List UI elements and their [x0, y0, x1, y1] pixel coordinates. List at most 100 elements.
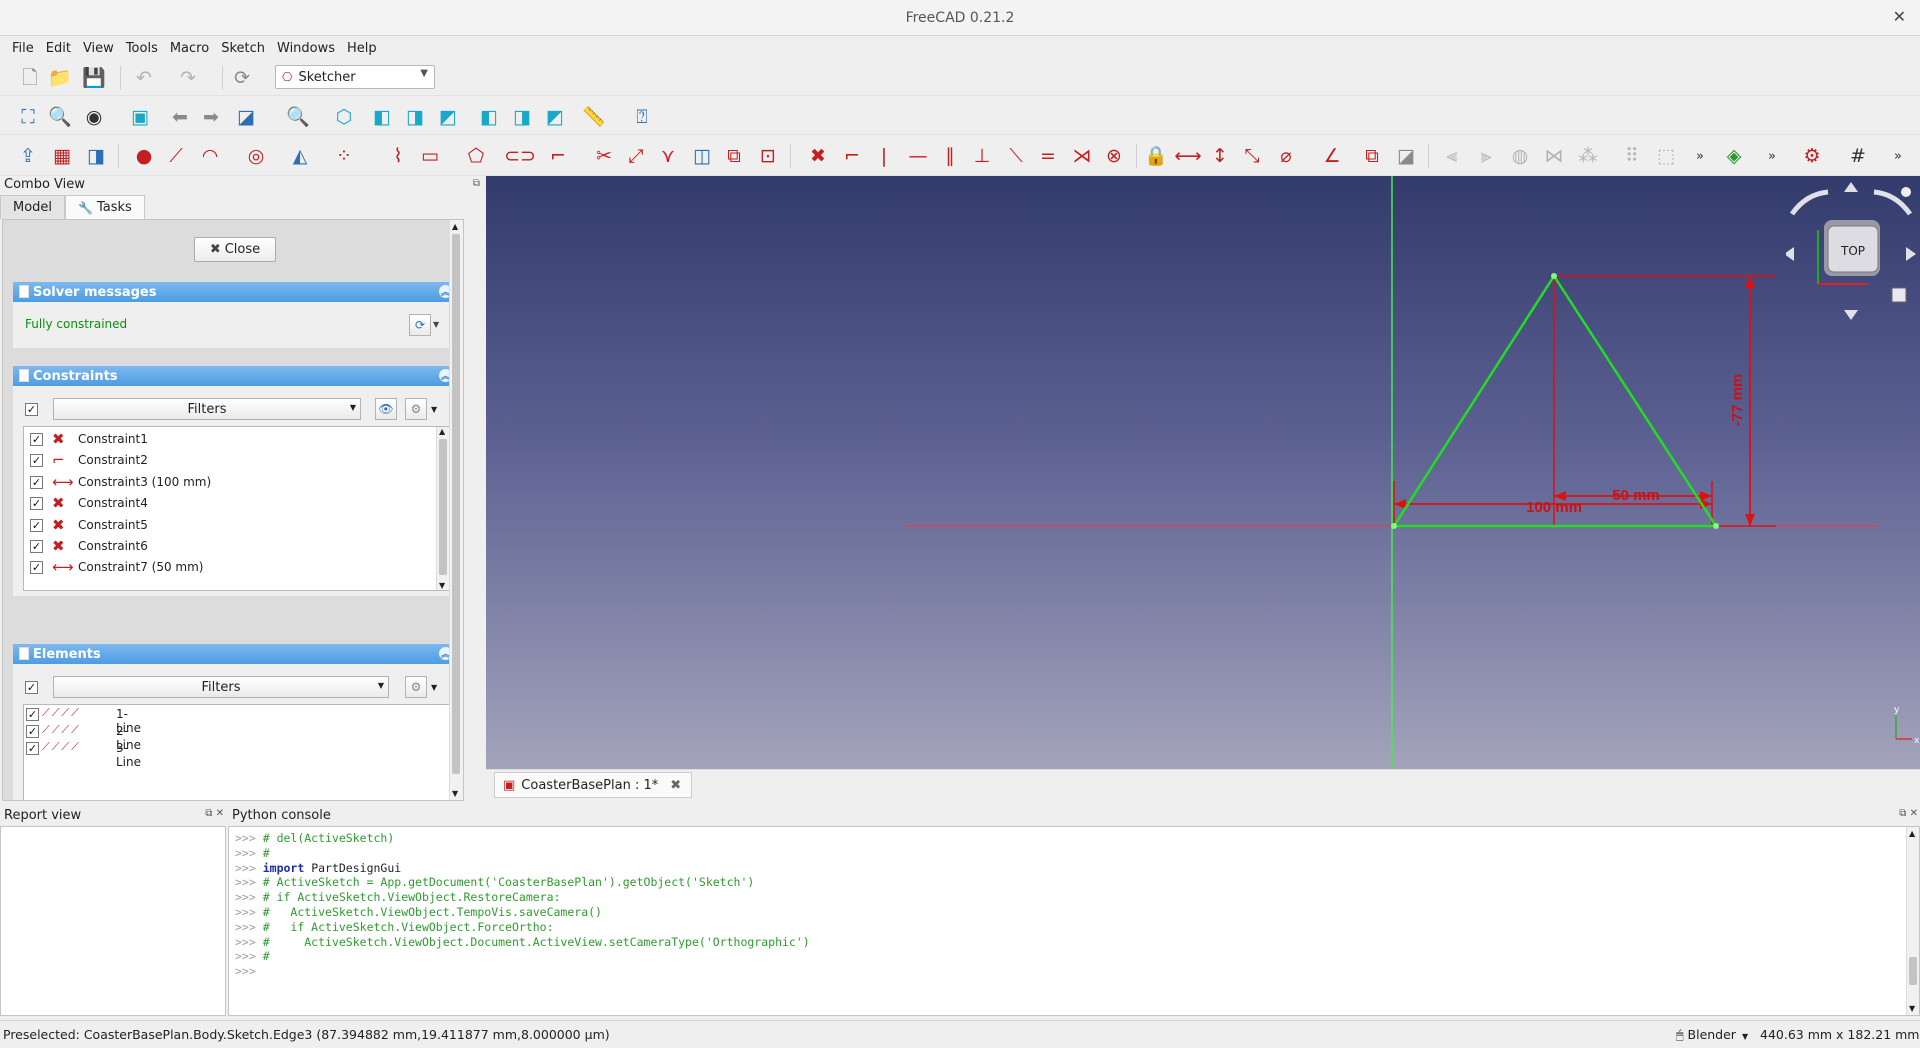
new-document-icon[interactable]: 🗋: [18, 66, 42, 90]
parallel-constraint-icon[interactable]: ∥: [938, 144, 962, 168]
menu-view[interactable]: View: [77, 41, 120, 56]
more-tools-icon[interactable]: »: [1688, 144, 1712, 168]
bspline-icon[interactable]: ⁘: [332, 144, 356, 168]
document-tab[interactable]: ▣ CoasterBasePlan : 1* ✖: [494, 772, 693, 798]
pan-up-arrow[interactable]: [1844, 182, 1858, 192]
virtual-space-icon[interactable]: ◈: [1722, 144, 1746, 168]
filter-checkbox[interactable]: ✓: [25, 403, 38, 416]
close-window-icon[interactable]: ✕: [1893, 7, 1906, 26]
constraint-checkbox[interactable]: ✓: [30, 454, 43, 468]
line-icon[interactable]: ⟋: [164, 144, 188, 168]
workbench-selector[interactable]: ⎔ Sketcher ▼: [275, 65, 435, 89]
menu-help[interactable]: Help: [341, 41, 383, 56]
scroll-up-icon[interactable]: ▲: [452, 222, 458, 231]
toggle-active-icon[interactable]: ◪: [1394, 144, 1418, 168]
left-view-icon[interactable]: ◩: [543, 105, 567, 129]
vertex-point[interactable]: [1551, 273, 1557, 279]
fit-selection-icon[interactable]: 🔍: [48, 105, 72, 129]
menu-file[interactable]: File: [6, 41, 40, 56]
scroll-down-icon[interactable]: ▼: [1909, 1004, 1915, 1013]
settings-icon[interactable]: ⚙: [405, 398, 427, 420]
select-origin-icon[interactable]: ⫸: [1474, 144, 1498, 168]
vertex-point[interactable]: [1391, 523, 1397, 529]
menu-edit[interactable]: Edit: [40, 41, 77, 56]
constraint-checkbox[interactable]: ✓: [30, 475, 43, 489]
undo-icon[interactable]: ↶: [132, 66, 156, 90]
split-icon[interactable]: ⋎: [656, 144, 680, 168]
filter-checkbox[interactable]: ✓: [25, 681, 38, 694]
equal-constraint-icon[interactable]: =: [1036, 144, 1060, 168]
elements-header[interactable]: Elements ︽: [13, 644, 456, 664]
pan-down-arrow[interactable]: [1844, 310, 1858, 320]
scroll-up-icon[interactable]: ▲: [1909, 829, 1915, 838]
sync-view-icon[interactable]: ◪: [234, 105, 258, 129]
grid-icon[interactable]: #: [1846, 144, 1870, 168]
menu-macro[interactable]: Macro: [164, 41, 215, 56]
slot-icon[interactable]: ⊂⊃: [504, 144, 536, 168]
navigation-cube[interactable]: TOP: [1784, 180, 1916, 320]
circle-icon[interactable]: ◎: [244, 144, 268, 168]
bounding-box-icon[interactable]: ▣: [128, 105, 152, 129]
leave-sketch-icon[interactable]: ⇪: [16, 144, 40, 168]
half-dimension-label[interactable]: 50 mm: [1612, 487, 1660, 504]
front-view-icon[interactable]: ◧: [370, 105, 394, 129]
element-checkbox[interactable]: ✓: [26, 725, 39, 738]
array-icon[interactable]: ⠿: [1620, 144, 1644, 168]
dock-buttons[interactable]: ⧉ ✕: [205, 808, 224, 819]
view-menu-cube-icon[interactable]: [1891, 287, 1907, 303]
bottom-view-icon[interactable]: ◨: [510, 105, 534, 129]
rear-view-icon[interactable]: ◧: [477, 105, 501, 129]
conic-icon[interactable]: ◭: [288, 144, 312, 168]
close-button[interactable]: ✖ Close: [194, 237, 276, 262]
tasks-scrollbar[interactable]: ▲ ▼: [449, 220, 463, 800]
report-view-body[interactable]: [0, 826, 226, 1016]
redo-icon[interactable]: ↷: [176, 66, 200, 90]
constraints-filter[interactable]: Filters ▼: [53, 398, 361, 420]
distance-constraint-icon[interactable]: ⤡: [1240, 144, 1264, 168]
horizontal-distance-constraint-icon[interactable]: ⟷: [1174, 144, 1201, 168]
radius-constraint-icon[interactable]: ⌀: [1274, 144, 1298, 168]
elements-filter[interactable]: Filters ▼: [53, 676, 389, 698]
pan-right-arrow[interactable]: [1906, 247, 1916, 261]
symmetric-constraint-icon[interactable]: ⋊: [1070, 144, 1094, 168]
refresh-icon[interactable]: ⟳: [230, 66, 254, 90]
float-panel-icon[interactable]: ⧉: [473, 178, 480, 189]
height-dimension-label[interactable]: -77 mm: [1729, 374, 1746, 427]
scale-icon[interactable]: ⬚: [1654, 144, 1678, 168]
horizontal-constraint-icon[interactable]: —: [906, 144, 930, 168]
constraint-checkbox[interactable]: ✓: [30, 518, 43, 532]
chevron-down-icon[interactable]: ▼: [431, 683, 437, 692]
right-view-icon[interactable]: ◩: [436, 105, 460, 129]
view-section-icon[interactable]: ◨: [84, 144, 108, 168]
coincident-constraint-icon[interactable]: ✖: [806, 144, 830, 168]
tab-tasks[interactable]: 🔧 Tasks: [65, 195, 145, 219]
lock-constraint-icon[interactable]: 🔒: [1144, 144, 1168, 168]
toggle-driving-icon[interactable]: ⧉: [1360, 144, 1384, 168]
whats-this-icon[interactable]: ⍰: [630, 105, 654, 129]
constraint-checkbox[interactable]: ✓: [30, 497, 43, 511]
view-sketch-icon[interactable]: ▦: [50, 144, 74, 168]
vertical-constraint-icon[interactable]: |: [872, 144, 896, 168]
polyline-icon[interactable]: ⌇: [386, 144, 410, 168]
menu-dot[interactable]: [1901, 187, 1911, 197]
draw-style-icon[interactable]: ◉: [82, 105, 106, 129]
menu-sketch[interactable]: Sketch: [215, 41, 271, 56]
element-checkbox[interactable]: ✓: [26, 742, 39, 755]
chevron-down-icon[interactable]: ▼: [433, 320, 439, 329]
scroll-down-icon[interactable]: ▼: [439, 581, 445, 590]
open-folder-icon[interactable]: 📁: [48, 66, 72, 90]
element-checkbox[interactable]: ✓: [26, 708, 39, 721]
navigation-style-selector[interactable]: 🖱 Blender ▼: [1676, 1027, 1748, 1043]
sketch-edge-left[interactable]: [1392, 275, 1556, 527]
menu-windows[interactable]: Windows: [271, 41, 341, 56]
construction-mode-icon[interactable]: ⊡: [756, 144, 780, 168]
refresh-solver-icon[interactable]: ⟳: [409, 314, 431, 336]
solver-messages-header[interactable]: Solver messages ︽: [13, 282, 456, 302]
symmetry-icon[interactable]: ⋈: [1542, 144, 1566, 168]
base-dimension-label[interactable]: 100 mm: [1526, 499, 1582, 516]
save-icon[interactable]: 💾: [82, 66, 106, 90]
extend-icon[interactable]: ⤢: [624, 144, 648, 168]
measure-icon[interactable]: 📏: [582, 105, 606, 129]
visibility-eye-icon[interactable]: 👁: [375, 398, 397, 420]
carbon-copy-icon[interactable]: ⧉: [722, 144, 746, 168]
